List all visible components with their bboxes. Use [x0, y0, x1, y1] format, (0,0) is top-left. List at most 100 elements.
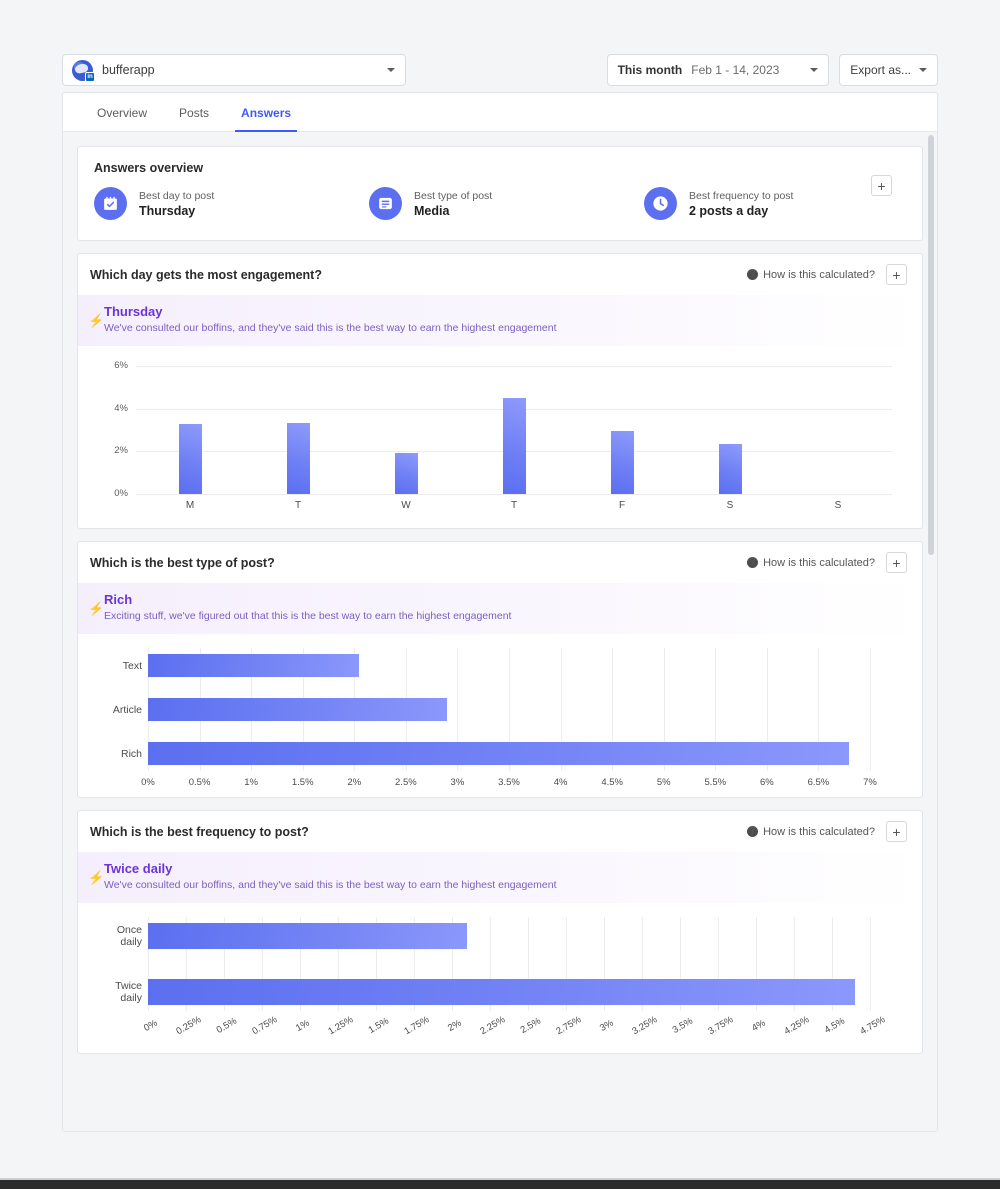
overview-item-text: Best frequency to post 2 posts a day: [689, 189, 793, 219]
chevron-down-icon: [810, 68, 819, 72]
y-axis-tick: 4%: [114, 402, 128, 414]
bar[interactable]: [718, 443, 742, 494]
x-axis-tick: W: [401, 500, 411, 511]
bar[interactable]: [148, 923, 468, 949]
engagement-by-day-chart: 0% 2% 4% 6% M T W T F S S: [94, 358, 906, 528]
lightning-bolt-icon: ⚡: [88, 870, 105, 885]
y-axis-tick: 6%: [114, 360, 128, 371]
calendar-check-icon: [94, 187, 127, 220]
bar[interactable]: [148, 654, 360, 677]
bar-slot: [352, 366, 460, 494]
how-is-this-calculated-link[interactable]: ? How is this calculated?: [747, 826, 875, 838]
answer-banner-title: Thursday: [104, 304, 163, 319]
overview-item-best-frequency: Best frequency to post 2 posts a day: [644, 187, 793, 220]
account-name: bufferapp: [102, 63, 155, 77]
tab-overview[interactable]: Overview: [81, 93, 163, 132]
question-title: Which is the best type of post?: [90, 555, 275, 570]
tab-posts[interactable]: Posts: [163, 93, 225, 132]
question-title: Which day gets the most engagement?: [90, 267, 322, 282]
scroll-area[interactable]: Answers overview + Best day to post Thur…: [63, 132, 937, 1131]
add-button[interactable]: +: [886, 264, 907, 285]
x-axis-tick: 1.25%: [326, 1014, 356, 1038]
linkedin-badge-icon: in: [85, 71, 95, 82]
overview-item-value: Media: [414, 203, 450, 218]
overview-item-text: Best day to post Thursday: [139, 189, 214, 219]
clock-icon: [644, 187, 677, 220]
x-axis-tick: 2%: [446, 1017, 464, 1034]
how-is-this-calculated-link[interactable]: ? How is this calculated?: [747, 557, 875, 569]
chart-plot-area: 0% 2% 4% 6%: [114, 360, 892, 499]
x-axis-tick: 1%: [244, 777, 259, 788]
add-button[interactable]: +: [886, 552, 907, 573]
x-axis-tick: 0%: [142, 1017, 160, 1034]
question-title: Which is the best frequency to post?: [90, 824, 309, 839]
bar[interactable]: [148, 979, 855, 1005]
x-axis-tick: 0.75%: [250, 1014, 280, 1038]
bar[interactable]: [394, 453, 418, 494]
top-toolbar: in bufferapp This month Feb 1 - 14, 2023…: [62, 54, 938, 86]
account-selector[interactable]: in bufferapp: [62, 54, 406, 86]
x-axis-tick: 0%: [141, 777, 155, 788]
overview-items: Best day to post Thursday Best type of p…: [78, 175, 922, 240]
bar-row: Twice daily: [115, 979, 870, 1005]
vertical-scrollbar[interactable]: [927, 135, 935, 1129]
x-axis-tick: T: [510, 500, 518, 511]
bar[interactable]: [178, 423, 202, 494]
how-is-this-calculated-link[interactable]: ? How is this calculated?: [747, 269, 875, 281]
answer-banner: ⚡ Twice daily We've consulted our boffin…: [78, 852, 922, 903]
chart-plot-area: Text Article Rich: [113, 648, 871, 771]
question-mark-icon: ?: [747, 557, 759, 568]
x-axis-tick: 3.5%: [498, 777, 520, 788]
overview-item-best-day: Best day to post Thursday: [94, 187, 369, 220]
bar[interactable]: [610, 431, 634, 494]
tab-answers[interactable]: Answers: [225, 93, 307, 132]
bar[interactable]: [148, 742, 850, 765]
x-axis-tick: T: [294, 500, 302, 511]
bar[interactable]: [502, 398, 526, 494]
export-label: Export as...: [850, 63, 911, 77]
gridline: [136, 494, 892, 495]
app-window: in bufferapp This month Feb 1 - 14, 2023…: [0, 0, 1000, 1189]
overview-item-sub: Best frequency to post: [689, 189, 794, 202]
chevron-down-icon: [387, 68, 395, 72]
bar-slot: [784, 366, 892, 494]
x-axis-tick: 3%: [598, 1017, 616, 1034]
x-axis-labels: MTWTFSS: [136, 500, 892, 511]
scrollbar-thumb[interactable]: [928, 135, 934, 555]
question-card-day: Which day gets the most engagement? ? Ho…: [77, 253, 923, 529]
x-axis-tick: 1.75%: [402, 1014, 432, 1038]
answer-banner: ⚡ Rich Exciting stuff, we've figured out…: [78, 583, 922, 634]
export-button[interactable]: Export as...: [839, 54, 938, 86]
category-label: Text: [122, 659, 142, 672]
x-axis-tick: 1.5%: [291, 777, 314, 788]
avatar: in: [72, 59, 95, 82]
question-actions: ? How is this calculated? +: [747, 821, 907, 842]
y-axis-tick: 2%: [114, 445, 128, 457]
question-actions: ? How is this calculated? +: [747, 264, 907, 285]
x-axis-labels: 0% 0.25% 0.5% 0.75% 1% 1.25% 1.5% 1.75% 2% 2.25% 2…: [142, 1011, 887, 1053]
x-axis-tick: 2%: [347, 777, 362, 788]
x-axis-tick: S: [834, 500, 842, 511]
bar-row: Text: [123, 654, 870, 677]
x-axis-tick: 1%: [294, 1017, 312, 1034]
x-axis-tick: 3.75%: [706, 1014, 736, 1038]
x-axis-tick: 2.25%: [478, 1014, 508, 1038]
x-axis-tick: 4.5%: [601, 777, 623, 788]
bar-slot: [676, 366, 784, 494]
overview-add-button[interactable]: +: [871, 175, 892, 196]
bar[interactable]: [286, 422, 310, 494]
media-post-icon: [369, 187, 402, 220]
bar[interactable]: [148, 698, 448, 721]
answer-banner-title: Twice daily: [104, 861, 173, 876]
date-range-selector[interactable]: This month Feb 1 - 14, 2023: [606, 54, 830, 86]
x-axis-tick: F: [618, 500, 626, 511]
x-axis-tick: 1.5%: [366, 1015, 391, 1036]
x-axis-tick: 3.25%: [630, 1014, 660, 1038]
gridline: [870, 648, 871, 771]
chevron-down-icon: [919, 68, 927, 72]
x-axis-tick: 3.5%: [670, 1015, 695, 1036]
x-axis-tick: 2.75%: [554, 1014, 584, 1038]
add-button[interactable]: +: [886, 821, 907, 842]
answer-banner: ⚡ Thursday We've consulted our boffins, …: [78, 295, 922, 346]
x-axis-tick: 6.5%: [807, 777, 830, 788]
